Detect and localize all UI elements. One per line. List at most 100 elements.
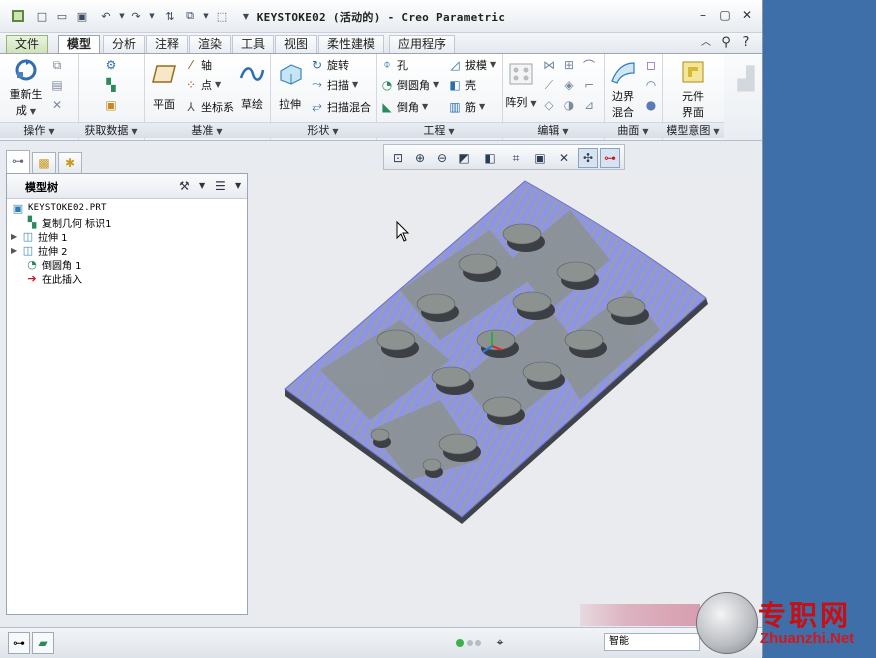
saved-views-icon[interactable]: ⌗ — [506, 148, 526, 168]
tree-item-round-1[interactable]: ◔ 倒圆角 1 — [25, 257, 81, 272]
group-label-get-data[interactable]: 获取数据 ▼ — [78, 122, 144, 138]
tab-render[interactable]: 渲染 — [189, 35, 232, 53]
group-label-editing[interactable]: 编辑 ▼ — [502, 122, 604, 138]
extend-icon[interactable]: ⊞ — [562, 58, 576, 72]
revolve-icon: ↻ — [311, 57, 323, 72]
shell-button[interactable]: ◧ 壳 — [448, 76, 476, 93]
model-tree-tab-icon[interactable]: ⊶ — [6, 150, 30, 173]
group-surfaces: 边界 混合 ◻ ◠ ● 曲面 ▼ — [604, 54, 663, 140]
datum-display-icon[interactable]: ✕ — [554, 148, 574, 168]
fill-icon[interactable]: ◻ — [644, 58, 658, 72]
close-icon[interactable]: ✕ — [738, 8, 756, 22]
status-dot-icon — [475, 640, 481, 646]
regenerate-button[interactable]: 重新生 成 ▼ — [6, 56, 46, 118]
project-icon[interactable]: ⌒ — [582, 58, 596, 73]
round-icon: ◔ — [27, 257, 37, 271]
rib-button[interactable]: ▥ 筋 ▼ — [448, 98, 485, 115]
favorites-tab-icon[interactable]: ✱ — [58, 152, 82, 173]
sweep-icon: ⤳ — [312, 77, 322, 91]
freestyle-icon[interactable]: ● — [644, 98, 658, 112]
extrude-button[interactable]: 拉伸 — [274, 60, 306, 112]
tab-view[interactable]: 视图 — [275, 35, 318, 53]
paste-icon[interactable]: ▤ — [50, 78, 64, 92]
zoom-out-icon[interactable]: ⊖ — [432, 148, 452, 168]
delete-icon[interactable]: ✕ — [50, 98, 64, 112]
find-icon[interactable]: ⌖ — [490, 632, 510, 652]
group-label-surfaces[interactable]: 曲面 ▼ — [604, 122, 662, 138]
coordinate-system-button[interactable]: ⅄ 坐标系 — [184, 98, 234, 115]
selection-filter[interactable]: 智能 — [604, 633, 700, 651]
tab-applications[interactable]: 应用程序 — [389, 35, 456, 53]
show-icon[interactable]: ☰ — [215, 179, 226, 193]
annotation-display-icon[interactable]: ⊶ — [600, 148, 620, 168]
boundary-blend-button[interactable]: 边界 混合 — [606, 58, 640, 120]
tree-item-extrude-2[interactable]: ▶ ◫ 拉伸 2 — [11, 243, 68, 258]
solidify-icon[interactable]: ⊿ — [582, 98, 596, 112]
view-manager-icon[interactable]: ▣ — [530, 148, 550, 168]
swept-blend-button[interactable]: ⥂ 扫描混合 — [310, 98, 371, 115]
component-interface-button[interactable]: 元件 界面 — [670, 58, 716, 120]
maximize-icon[interactable]: ▢ — [716, 8, 734, 22]
tree-item-insert-here[interactable]: ➔ 在此插入 — [25, 271, 82, 286]
pattern-button[interactable]: 阵列 ▼ — [504, 60, 538, 110]
revolve-button[interactable]: ↻ 旋转 — [310, 56, 349, 73]
tree-item-extrude-1[interactable]: ▶ ◫ 拉伸 1 — [11, 229, 68, 244]
mirror-icon[interactable]: ⋈ — [542, 58, 556, 72]
tab-model[interactable]: 模型 — [58, 35, 101, 54]
show-browser-icon[interactable]: ▰ — [32, 632, 54, 654]
tab-flexible-modeling[interactable]: 柔性建模 — [318, 35, 385, 53]
zoom-in-icon[interactable]: ⊕ — [410, 148, 430, 168]
sweep-button[interactable]: ⤳ 扫描 ▼ — [310, 76, 358, 93]
tab-analysis[interactable]: 分析 — [103, 35, 146, 53]
show-navigator-icon[interactable]: ⊶ — [8, 632, 30, 654]
chamfer-button[interactable]: ◣ 倒角 ▼ — [380, 98, 428, 115]
group-label-shapes[interactable]: 形状 ▼ — [270, 122, 376, 138]
settings-icon[interactable]: ⚒ — [179, 179, 190, 193]
style-icon[interactable]: ◠ — [644, 78, 658, 92]
show-dropdown-icon[interactable]: ▼ — [235, 181, 241, 195]
shrinkwrap-icon[interactable]: ▣ — [104, 98, 118, 112]
repaint-icon[interactable]: ◩ — [454, 148, 474, 168]
collapse-ribbon-icon[interactable]: ︿ — [698, 35, 714, 51]
extrude-icon — [276, 60, 304, 88]
intersect-icon[interactable]: ◑ — [562, 98, 576, 112]
offset-icon[interactable]: ◇ — [542, 98, 556, 112]
tree-item-copy-geometry[interactable]: ▚ 复制几何 标识1 — [25, 215, 112, 230]
group-label-operations[interactable]: 操作 ▼ — [0, 122, 78, 138]
help-icon[interactable]: ? — [738, 35, 754, 51]
status-bar: ⊶ ▰ ⌖ 智能 — [0, 627, 762, 658]
refit-icon[interactable]: ⊡ — [388, 148, 408, 168]
pattern-icon — [507, 60, 535, 88]
search-icon[interactable]: ⚲ — [718, 35, 734, 51]
copy-icon[interactable]: ⧉ — [50, 58, 64, 72]
display-style-icon[interactable]: ◧ — [480, 148, 500, 168]
tab-file[interactable]: 文件 — [6, 35, 49, 53]
group-label-model-intent[interactable]: 模型意图 ▼ — [662, 122, 724, 138]
sketch-button[interactable]: 草绘 — [236, 60, 268, 112]
trim-icon[interactable]: ⟋ — [542, 78, 556, 92]
ribbon-tabs: 文件 模型 分析 注释 渲染 工具 视图 柔性建模 应用程序 ︿ ⚲ ? — [0, 33, 762, 54]
mouse-cursor-icon — [396, 220, 410, 242]
merge-icon[interactable]: ◈ — [562, 78, 576, 92]
round-button[interactable]: ◔ 倒圆角 ▼ — [380, 76, 439, 93]
spin-center-icon[interactable]: ✣ — [578, 148, 598, 168]
point-button[interactable]: ⁘ 点 ▼ — [184, 76, 221, 93]
hole-button[interactable]: ⌽ 孔 — [380, 56, 408, 73]
copy-geometry-icon[interactable]: ▚ — [104, 78, 118, 92]
status-dot-icon — [467, 640, 473, 646]
tree-item-part[interactable]: ▣ KEYSTOKE02.PRT — [11, 201, 107, 215]
plane-button[interactable]: 平面 — [146, 60, 182, 112]
group-label-engineering[interactable]: 工程 ▼ — [376, 122, 502, 138]
tab-tools[interactable]: 工具 — [232, 35, 275, 53]
group-label-datum[interactable]: 基准 ▼ — [144, 122, 270, 138]
graphics-viewport[interactable] — [250, 170, 758, 625]
settings-dropdown-icon[interactable]: ▼ — [199, 181, 205, 195]
title-bar: □ ▭ ▣ ↶ ▼ ↷ ▼ ⇅ ⧉ ▼ ⬚ ▼ KEYSTOKE02 (活动的)… — [0, 0, 762, 33]
tab-annotate[interactable]: 注释 — [146, 35, 189, 53]
thicken-icon[interactable]: ⌐ — [582, 78, 596, 92]
axis-button[interactable]: ⁄ 轴 — [184, 56, 212, 73]
user-defined-feature-icon[interactable]: ⚙ — [104, 58, 118, 72]
minimize-icon[interactable]: – — [694, 8, 712, 22]
folder-browser-tab-icon[interactable]: ▩ — [32, 152, 56, 173]
draft-button[interactable]: ◿ 拔模 ▼ — [448, 56, 496, 73]
